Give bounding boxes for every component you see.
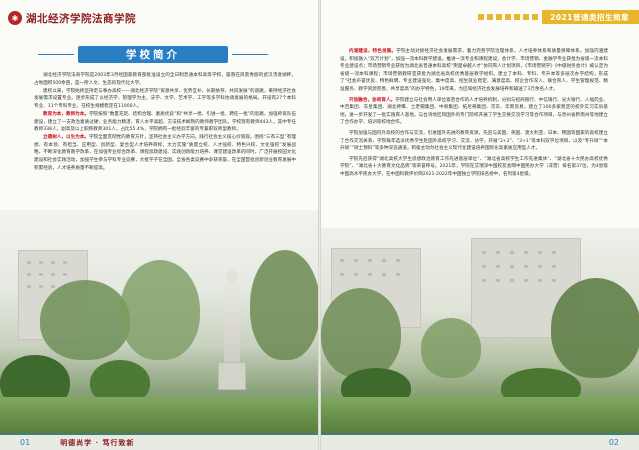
- header-stripes: [478, 14, 539, 20]
- tree: [551, 278, 639, 378]
- section-title-block: 学校简介: [38, 46, 268, 63]
- school-header: ✱ 湖北经济学院法商学院: [8, 8, 136, 28]
- left-body-text: 湖北经济学院法商学院是2003年3月经国家教育部批准设立的全日制普通本科高等学校…: [34, 72, 296, 173]
- tree: [120, 260, 200, 360]
- campus-courtyard-photo: [321, 228, 639, 435]
- page-number: 02: [608, 438, 619, 447]
- tree: [250, 250, 318, 360]
- right-footer: 02: [321, 435, 639, 450]
- section-title: 学校简介: [78, 46, 228, 63]
- title-divider-left: [38, 54, 74, 55]
- tree: [40, 280, 130, 360]
- right-page: 2021普通类招生简章 内涵建设，特色发展。学院主动对接经济社会发展需求，着力完…: [321, 0, 639, 450]
- brochure-badge: 2021普通类招生简章: [542, 10, 639, 24]
- left-footer: 01 明德尚学 · 笃行致新: [0, 435, 318, 450]
- right-body-text: 内涵建设，特色发展。学院主动对接经济社会发展需求，着力完善学院治理体系，人才培养…: [340, 48, 608, 182]
- paragraph: 湖北经济学院法商学院是2003年3月经国家教育部批准设立的全日制普通本科高等学校…: [34, 73, 296, 86]
- paragraph: 学院先后获得“湖北高校大学生思想政治教育工作先进基层单位”、“湖北省高校学生工作…: [340, 156, 608, 177]
- page-number: 01: [20, 438, 31, 447]
- paragraph: 建校以来，学院始终坚持走与事办高校——湖北经济学院“资源共享、优势互补、长期依存…: [34, 88, 296, 109]
- tree: [321, 288, 401, 378]
- tree: [421, 318, 481, 378]
- paragraph: 学院加强与国内外高校的合作与交流，引进国外先进的教育资源，先后与美国、英国、澳大…: [340, 130, 608, 152]
- paragraph: 教育为本，教师为本。学院按照“数量充足、结构合理、素质优良”和“共享一批、引进一…: [34, 111, 297, 133]
- lawn: [321, 397, 639, 435]
- school-logo-icon: ✱: [8, 11, 22, 25]
- lawn: [0, 397, 318, 435]
- statue: [218, 270, 246, 390]
- left-page: ✱ 湖北经济学院法商学院 学校简介 湖北经济学院法商学院是2003年3月经国家教…: [0, 0, 318, 450]
- footer-slogan: 明德尚学 · 笃行致新: [60, 437, 135, 447]
- school-title: 湖北经济学院法商学院: [26, 12, 136, 25]
- paragraph: 开放融合，协同育人。学院建立与社会用人单位紧密合作的人才培养机制，分别与招商银行…: [340, 97, 608, 126]
- brochure-spread: ✱ 湖北经济学院法商学院 学校简介 湖北经济学院法商学院是2003年3月经国家教…: [0, 0, 639, 450]
- title-divider-right: [232, 54, 268, 55]
- campus-statue-photo: [0, 210, 318, 435]
- brochure-header: 2021普通类招生简章: [478, 10, 639, 24]
- paragraph: 内涵建设，特色发展。学院主动对接经济社会发展需求，着力完善学院治理体系，人才培养…: [340, 49, 608, 92]
- paragraph: 立德树人，以生为本。学院全面贯彻党的教育方针，坚持社会主义办学方向，践行社会主义…: [34, 135, 296, 171]
